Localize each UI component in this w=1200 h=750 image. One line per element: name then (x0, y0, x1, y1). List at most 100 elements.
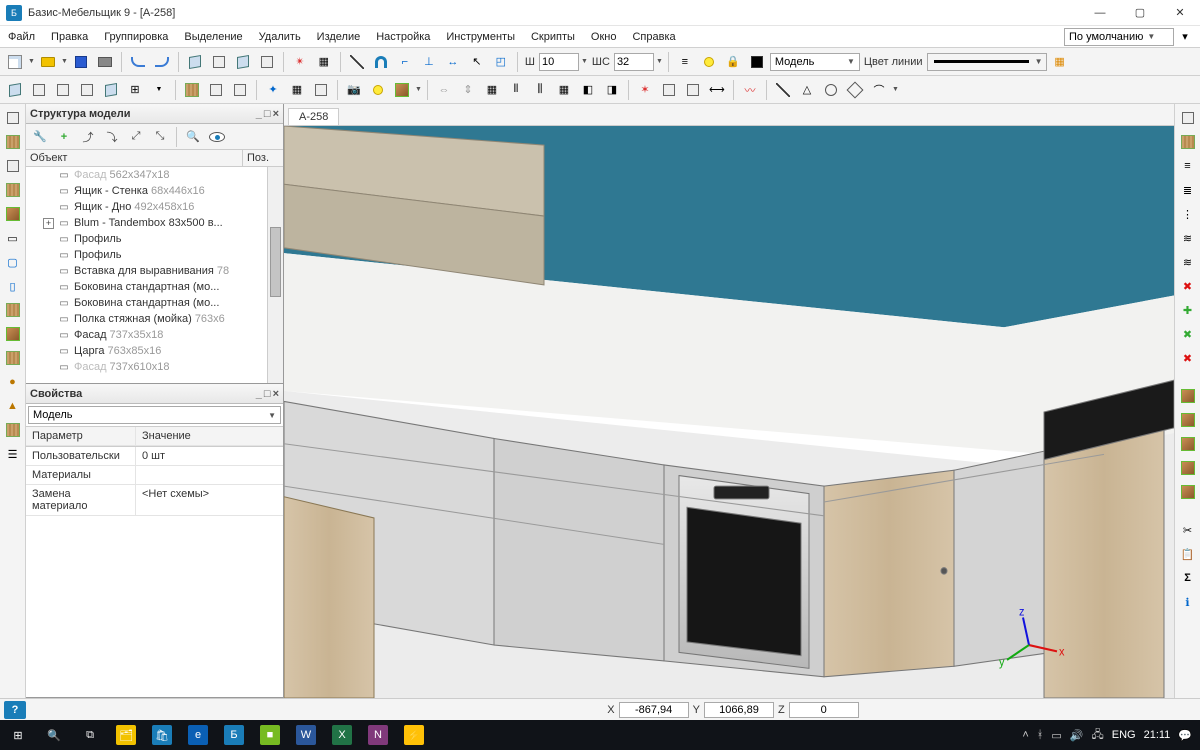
viewport-tab[interactable]: А-258 (288, 108, 339, 125)
tray-net-icon[interactable]: 🖧 (1091, 726, 1103, 745)
props-row[interactable]: Материалы (26, 466, 283, 485)
dimension-button[interactable]: ↔ (442, 51, 464, 73)
width-input[interactable] (539, 53, 579, 71)
collapse-all-icon[interactable]: ⤡ (149, 126, 171, 148)
layers-icon[interactable]: ☰ (3, 444, 23, 464)
dim-button[interactable]: ⟷ (706, 79, 728, 101)
draw-line-button[interactable] (772, 79, 794, 101)
cursor-button[interactable]: ↖ (466, 51, 488, 73)
menu-scripts[interactable]: Скрипты (523, 26, 583, 47)
panel4-icon[interactable] (3, 180, 23, 200)
select-rect-button[interactable]: ◰ (490, 51, 512, 73)
snap-line-button[interactable] (346, 51, 368, 73)
r-stripes-icon[interactable]: ≡ (1178, 156, 1198, 176)
coord-x-input[interactable] (619, 702, 689, 718)
menu-delete[interactable]: Удалить (251, 26, 309, 47)
panel-tool-icon[interactable] (3, 108, 23, 128)
r-scissors-icon[interactable]: ✂ (1178, 520, 1198, 540)
explode-button[interactable]: ✶ (634, 79, 656, 101)
linecolor-combo[interactable]: ▼ (927, 53, 1047, 71)
default-preset-combo[interactable]: По умолчанию ▼ (1064, 28, 1174, 46)
word-icon[interactable]: W (288, 720, 324, 750)
print-button[interactable] (94, 51, 116, 73)
tree-row[interactable]: ▭Полка стяжная (мойка) 763x6 (26, 311, 283, 327)
app-icon[interactable]: Б (216, 720, 252, 750)
cone-icon[interactable]: ▲ (3, 396, 23, 416)
snap-corner-button[interactable]: ⌐ (394, 51, 416, 73)
view-front-button[interactable] (28, 79, 50, 101)
material-wire-button[interactable] (205, 79, 227, 101)
menu-edit[interactable]: Правка (43, 26, 96, 47)
r-screw2-icon[interactable]: ≋ (1178, 252, 1198, 272)
redo-button[interactable] (151, 51, 173, 73)
tree-row[interactable]: ▭Царга 763x85x16 (26, 343, 283, 359)
r-plus-icon[interactable]: ✚ (1178, 300, 1198, 320)
grid-button[interactable]: ▦ (313, 51, 335, 73)
panel-minimize-icon[interactable]: _ (256, 108, 262, 120)
snap-ortho-button[interactable]: ⊥ (418, 51, 440, 73)
menu-settings[interactable]: Настройка (368, 26, 438, 47)
lightbulb-icon[interactable] (698, 51, 720, 73)
r-add-panel-icon[interactable] (1178, 108, 1198, 128)
taskview-icon[interactable]: ⧉ (72, 720, 108, 750)
mirror-v-button[interactable]: ⇕ (457, 79, 479, 101)
dropdown-arrow-icon[interactable]: ▼ (892, 86, 899, 93)
assemble2-button[interactable] (682, 79, 704, 101)
draw-angle-button[interactable]: △ (796, 79, 818, 101)
panel-maximize-icon[interactable]: □ (264, 388, 271, 400)
width-s-input[interactable] (614, 53, 654, 71)
explorer-icon[interactable]: 🗂 (108, 720, 144, 750)
edge-icon[interactable]: e (180, 720, 216, 750)
magnet-button[interactable] (370, 51, 392, 73)
dropdown-arrow-icon[interactable]: ▼ (415, 86, 422, 93)
menu-select[interactable]: Выделение (176, 26, 250, 47)
view-iso-button[interactable] (4, 79, 26, 101)
frame-icon[interactable]: ▢ (3, 252, 23, 272)
expand-icon[interactable]: + (43, 218, 54, 229)
app3-icon[interactable]: ⚡ (396, 720, 432, 750)
wood-panel-icon[interactable] (3, 132, 23, 152)
view-persp-button[interactable] (100, 79, 122, 101)
render-button[interactable] (391, 79, 413, 101)
panel-minimize-icon[interactable]: _ (256, 388, 262, 400)
tray-up-icon[interactable]: ˄ (1022, 729, 1028, 741)
structure-tree[interactable]: ▭Фасад 562x347x18▭Ящик - Стенка 68x446x1… (26, 167, 283, 383)
material-hidden-button[interactable] (229, 79, 251, 101)
props-object-combo[interactable]: Модель ▼ (28, 406, 281, 424)
r-redx-icon[interactable]: ✖ (1178, 276, 1198, 296)
excel-icon[interactable]: X (324, 720, 360, 750)
vert-icon[interactable]: ▯ (3, 276, 23, 296)
panel-close-icon[interactable]: × (273, 108, 279, 120)
tray-time[interactable]: 21:11 (1144, 729, 1171, 741)
save-button[interactable] (70, 51, 92, 73)
app2-icon[interactable]: ■ (252, 720, 288, 750)
r-mat1-icon[interactable] (1178, 386, 1198, 406)
viewport-canvas[interactable]: x z y (284, 126, 1174, 698)
cube4-button[interactable] (256, 51, 278, 73)
menu-tools[interactable]: Инструменты (438, 26, 523, 47)
r-mat3-icon[interactable] (1178, 458, 1198, 478)
extrude-icon[interactable] (3, 324, 23, 344)
new-button[interactable] (4, 51, 26, 73)
wrench-icon[interactable]: 🔧 (29, 126, 51, 148)
r-more1-icon[interactable]: ⋮ (1178, 204, 1198, 224)
minimize-button[interactable]: — (1080, 0, 1120, 26)
r-sigma-icon[interactable]: Σ (1178, 568, 1198, 588)
menu-help[interactable]: Справка (624, 26, 683, 47)
tree-row[interactable]: ▭Ящик - Стенка 68x446x16 (26, 183, 283, 199)
view-top-button[interactable] (52, 79, 74, 101)
model-combo[interactable]: Модель ▼ (770, 53, 860, 71)
coord-y-input[interactable] (704, 702, 774, 718)
mirror-h-button[interactable]: ⇔ (433, 79, 455, 101)
tree-col-object[interactable]: Объект (26, 150, 243, 166)
draw-circle-button[interactable] (820, 79, 842, 101)
view-more-button[interactable]: ▼ (148, 79, 170, 101)
tree-row[interactable]: ▭Профиль (26, 231, 283, 247)
r-mat4-icon[interactable] (1178, 482, 1198, 502)
sphere-icon[interactable]: ● (3, 372, 23, 392)
onenote-icon[interactable]: N (360, 720, 396, 750)
props-row[interactable]: Пользовательски0 шт (26, 447, 283, 466)
r-info-icon[interactable]: ℹ (1178, 592, 1198, 612)
preset-add-button[interactable]: ▾ (1174, 26, 1196, 48)
dropdown-arrow-icon[interactable]: ▼ (61, 58, 68, 65)
